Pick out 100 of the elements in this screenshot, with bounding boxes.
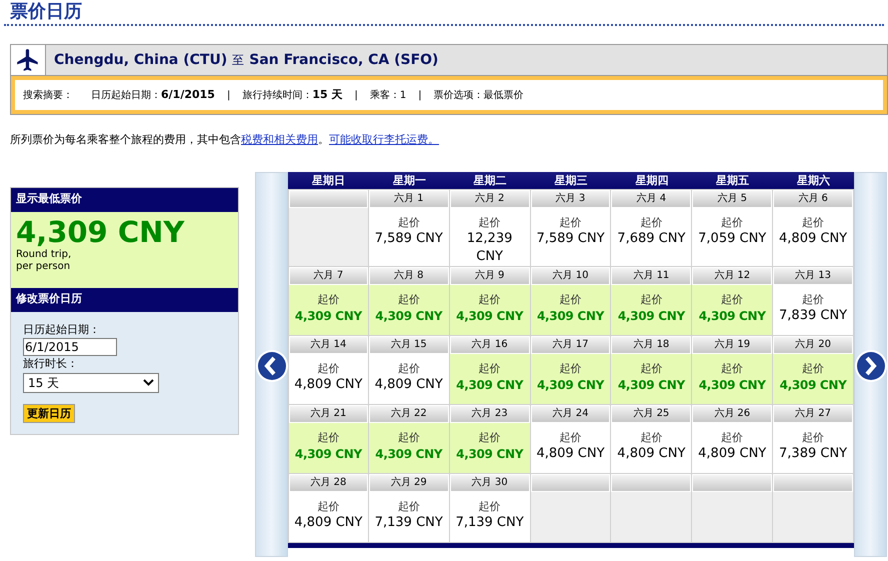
fare-price: 4,309 CNY — [698, 376, 766, 394]
fare-price: 4,309 CNY — [375, 308, 442, 324]
field-label: 旅行时长： — [23, 356, 78, 372]
date-header: 六月 4 — [612, 190, 690, 206]
from-label: 起价 — [640, 362, 662, 376]
date-field[interactable]: 6/1/2015 — [23, 338, 117, 356]
lowest-price: 4,309 CNY — [16, 214, 184, 248]
airplane-icon — [15, 47, 41, 73]
from-label: 起价 — [559, 292, 582, 306]
baggage-link[interactable]: 可能收取行李托运费。 — [329, 133, 439, 146]
day-cell[interactable]: 起价 4,309 CNY — [450, 354, 530, 404]
date-header: 六月 30 — [450, 474, 529, 490]
weekday-header: 星期四 — [634, 172, 670, 188]
separator-text: | — [418, 88, 422, 102]
day-cell[interactable]: 起价 4,309 CNY — [773, 354, 853, 404]
previous-arrow-icon[interactable] — [255, 348, 289, 382]
fare-price: 4,809 CNY — [374, 376, 444, 394]
day-cell[interactable]: 起价 4,309 CNY — [450, 284, 530, 334]
page-title: 票价日历 — [10, 2, 82, 22]
from-label: 起价 — [802, 216, 824, 230]
panel-header: 修改票价日历 — [11, 288, 238, 312]
summary-label: 搜索摘要： — [23, 88, 73, 102]
from-label: 起价 — [559, 430, 582, 444]
fare-note: 所列票价为每名乘客整个旅程的费用，其中包含税费和相关费用。可能收取行李托运费。 — [10, 132, 439, 148]
day-cell[interactable]: 起价 4,309 CNY — [368, 284, 449, 334]
from-label: 起价 — [317, 500, 340, 514]
date-header: 六月 27 — [774, 406, 852, 422]
date-header: 六月 17 — [532, 336, 610, 352]
date-header: 六月 15 — [370, 336, 448, 352]
from-label: 起价 — [398, 430, 420, 444]
fare-price: 4,809 CNY — [535, 444, 606, 462]
weekday-header: 星期三 — [553, 172, 588, 188]
from-label: 起价 — [559, 362, 582, 376]
date-header: 六月 23 — [450, 406, 529, 422]
weekday-header: 星期日 — [310, 172, 346, 188]
fare-price: 4,309 CNY — [780, 376, 847, 394]
day-cell[interactable]: 起价 4,309 CNY — [289, 422, 368, 472]
from-label: 起价 — [559, 216, 582, 230]
fare-price: 7,589 CNY — [374, 230, 444, 248]
fare-price: 7,689 CNY — [616, 230, 686, 248]
fare-price: 4,309 CNY — [698, 308, 766, 324]
from-label: 起价 — [640, 430, 662, 444]
from-label: 起价 — [398, 362, 420, 376]
from-label: 起价 — [398, 216, 420, 230]
from-label: 起价 — [802, 362, 824, 376]
day-cell[interactable]: 起价 4,309 CNY — [611, 354, 692, 404]
date-header: 六月 2 — [450, 190, 529, 206]
fare-price: 4,309 CNY — [537, 308, 604, 324]
date-header: 六月 10 — [532, 268, 610, 284]
date-header: 六月 22 — [370, 406, 448, 422]
next-arrow-icon[interactable] — [854, 348, 888, 382]
date-header: 六月 11 — [612, 268, 690, 284]
from-label: 起价 — [802, 292, 824, 306]
summary-item: 票价选项：最低票价 — [434, 88, 524, 102]
day-cell[interactable]: 起价 4,309 CNY — [530, 354, 610, 404]
field-label: 日历起始日期： — [23, 322, 100, 338]
from-label: 起价 — [721, 292, 744, 306]
date-header: 六月 12 — [693, 268, 772, 284]
fare-price: 4,309 CNY — [375, 446, 442, 462]
from-label: 起价 — [721, 362, 744, 376]
day-cell[interactable]: 起价 4,309 CNY — [692, 284, 772, 334]
fare-price: 12,239 CNY — [466, 230, 514, 266]
fare-price: 4,309 CNY — [456, 376, 524, 394]
date-header: 六月 13 — [774, 268, 852, 284]
date-header: 六月 28 — [290, 474, 367, 490]
weekday-header: 星期二 — [472, 172, 508, 188]
day-cell[interactable]: 起价 4,309 CNY — [368, 422, 449, 472]
chevron-down-icon — [143, 379, 154, 386]
fare-price: 7,389 CNY — [778, 444, 848, 462]
separator-text: | — [354, 88, 358, 102]
date-header: 六月 3 — [532, 190, 610, 206]
update-button[interactable]: 更新日历 — [23, 404, 75, 422]
fare-price: 4,809 CNY — [293, 514, 364, 532]
date-header: 六月 6 — [774, 190, 852, 206]
from-label: 起价 — [640, 216, 662, 230]
date-header: 六月 19 — [693, 336, 772, 352]
summary-item: 旅行持续时间：15 天 — [242, 86, 342, 103]
fare-price: 4,809 CNY — [293, 376, 364, 394]
date-header: 六月 21 — [290, 406, 367, 422]
date-header: 六月 20 — [774, 336, 852, 352]
fare-price: 4,809 CNY — [697, 444, 768, 462]
weekday-header: 星期五 — [715, 172, 750, 188]
duration-select[interactable]: 15 天 — [23, 372, 159, 392]
date-header: 六月 14 — [290, 336, 367, 352]
date-header: 六月 1 — [370, 190, 448, 206]
day-cell[interactable]: 起价 4,309 CNY — [450, 422, 530, 472]
from-label: 起价 — [721, 430, 744, 444]
separator-text: | — [226, 88, 230, 102]
fare-price: 4,309 CNY — [294, 446, 362, 462]
day-cell[interactable]: 起价 4,309 CNY — [289, 284, 368, 334]
panel-header: 显示最低票价 — [11, 188, 238, 212]
from-label: 起价 — [398, 292, 420, 306]
fare-price: 4,309 CNY — [294, 308, 362, 324]
tax-link[interactable]: 税费和相关费用 — [241, 133, 318, 146]
fare-price: 4,309 CNY — [618, 376, 685, 394]
fare-price: 4,309 CNY — [618, 308, 685, 324]
from-label: 起价 — [640, 292, 662, 306]
day-cell[interactable]: 起价 4,309 CNY — [611, 284, 692, 334]
day-cell[interactable]: 起价 4,309 CNY — [692, 354, 772, 404]
day-cell[interactable]: 起价 4,309 CNY — [530, 284, 610, 334]
